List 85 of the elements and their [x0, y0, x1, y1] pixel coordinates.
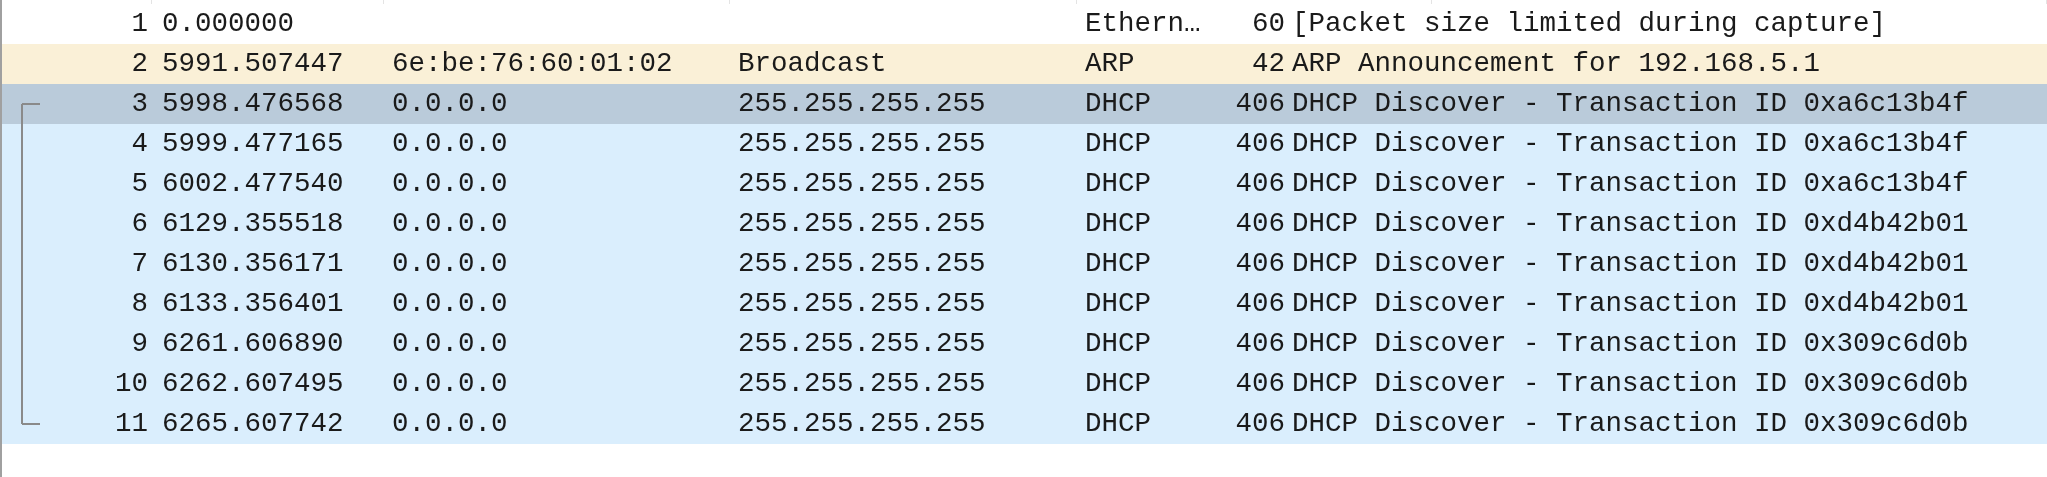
packet-source: 0.0.0.0	[392, 248, 508, 279]
packet-protocol: DHCP	[1085, 248, 1151, 279]
packet-protocol: DHCP	[1085, 168, 1151, 199]
packet-source: 0.0.0.0	[392, 368, 508, 399]
packet-protocol: DHCP	[1085, 328, 1151, 359]
packet-info: DHCP Discover - Transaction ID 0x309c6d0b	[1292, 328, 1969, 359]
packet-number: 9	[131, 328, 148, 359]
packet-row[interactable]: 2 5991.507447 6e:be:76:60:01:02 Broadcast ARP 42 ARP Announcement for 192.168.5.1	[2, 44, 2047, 84]
packet-source: 0.0.0.0	[392, 408, 508, 439]
packet-number: 2	[131, 48, 148, 79]
packet-row[interactable]: 10 6262.607495 0.0.0.0 255.255.255.255 DHCP 406 DHCP Discover - Transaction ID 0x309c6d0b	[2, 364, 2047, 404]
packet-destination: Broadcast	[738, 48, 887, 79]
packet-length: 406	[1235, 208, 1285, 239]
packet-time: 5999.477165	[162, 128, 344, 159]
packet-number: 8	[131, 288, 148, 319]
packet-time: 6133.356401	[162, 288, 344, 319]
packet-time: 0.000000	[162, 8, 295, 39]
packet-info: DHCP Discover - Transaction ID 0xa6c13b4f	[1292, 88, 1969, 119]
packet-time: 5991.507447	[162, 48, 344, 79]
packet-number: 3	[131, 88, 148, 119]
packet-number: 11	[115, 408, 148, 439]
packet-number: 10	[115, 368, 148, 399]
packet-info: DHCP Discover - Transaction ID 0x309c6d0b	[1292, 368, 1969, 399]
packet-time: 6002.477540	[162, 168, 344, 199]
packet-destination: 255.255.255.255	[738, 248, 986, 279]
packet-info: [Packet size limited during capture]	[1292, 8, 1887, 39]
selected-packet-row[interactable]: 3 5998.476568 0.0.0.0 255.255.255.255 DHCP 406 DHCP Discover - Transaction ID 0xa6c13b4f	[2, 84, 2047, 124]
packet-number: 4	[131, 128, 148, 159]
packet-destination: 255.255.255.255	[738, 208, 986, 239]
packet-time: 5998.476568	[162, 88, 344, 119]
packet-destination: 255.255.255.255	[738, 288, 986, 319]
packet-row[interactable]: 7 6130.356171 0.0.0.0 255.255.255.255 DHCP 406 DHCP Discover - Transaction ID 0xd4b42b01	[2, 244, 2047, 284]
packet-row[interactable]: 9 6261.606890 0.0.0.0 255.255.255.255 DHCP 406 DHCP Discover - Transaction ID 0x309c6d0b	[2, 324, 2047, 364]
packet-info: DHCP Discover - Transaction ID 0xd4b42b01	[1292, 248, 1969, 279]
packet-destination: 255.255.255.255	[738, 408, 986, 439]
packet-number: 7	[131, 248, 148, 279]
packet-source: 0.0.0.0	[392, 328, 508, 359]
packet-info: ARP Announcement for 192.168.5.1	[1292, 48, 1821, 79]
packet-length: 406	[1235, 248, 1285, 279]
packet-destination: 255.255.255.255	[738, 328, 986, 359]
packet-protocol: ARP	[1085, 48, 1135, 79]
packet-row[interactable]: 5 6002.477540 0.0.0.0 255.255.255.255 DHCP 406 DHCP Discover - Transaction ID 0xa6c13b4f	[2, 164, 2047, 204]
packet-info: DHCP Discover - Transaction ID 0xa6c13b4f	[1292, 128, 1969, 159]
packet-protocol: DHCP	[1085, 288, 1151, 319]
packet-length: 42	[1252, 48, 1285, 79]
packet-info: DHCP Discover - Transaction ID 0xa6c13b4f	[1292, 168, 1969, 199]
packet-time: 6129.355518	[162, 208, 344, 239]
packet-info: DHCP Discover - Transaction ID 0xd4b42b01	[1292, 208, 1969, 239]
packet-time: 6265.607742	[162, 408, 344, 439]
packet-source: 0.0.0.0	[392, 288, 508, 319]
packet-destination: 255.255.255.255	[738, 128, 986, 159]
packet-length: 406	[1235, 328, 1285, 359]
packet-protocol: Ethern…	[1085, 8, 1201, 39]
packet-source: 0.0.0.0	[392, 168, 508, 199]
packet-info: DHCP Discover - Transaction ID 0xd4b42b01	[1292, 288, 1969, 319]
packet-info: DHCP Discover - Transaction ID 0x309c6d0b	[1292, 408, 1969, 439]
packet-source: 0.0.0.0	[392, 128, 508, 159]
packet-destination: 255.255.255.255	[738, 368, 986, 399]
packet-number: 1	[131, 8, 148, 39]
packet-protocol: DHCP	[1085, 208, 1151, 239]
packet-source: 0.0.0.0	[392, 88, 508, 119]
packet-row[interactable]: 11 6265.607742 0.0.0.0 255.255.255.255 DHCP 406 DHCP Discover - Transaction ID 0x309c6d0b	[2, 404, 2047, 444]
packet-length: 406	[1235, 368, 1285, 399]
packet-time: 6130.356171	[162, 248, 344, 279]
packet-protocol: DHCP	[1085, 408, 1151, 439]
packet-length: 60	[1252, 8, 1285, 39]
packet-destination: 255.255.255.255	[738, 168, 986, 199]
packet-row[interactable]: 8 6133.356401 0.0.0.0 255.255.255.255 DHCP 406 DHCP Discover - Transaction ID 0xd4b42b01	[2, 284, 2047, 324]
packet-time: 6262.607495	[162, 368, 344, 399]
packet-row[interactable]: 4 5999.477165 0.0.0.0 255.255.255.255 DHCP 406 DHCP Discover - Transaction ID 0xa6c13b4f	[2, 124, 2047, 164]
packet-number: 5	[131, 168, 148, 199]
packet-length: 406	[1235, 288, 1285, 319]
packet-destination: 255.255.255.255	[738, 88, 986, 119]
packet-source: 0.0.0.0	[392, 208, 508, 239]
packet-protocol: DHCP	[1085, 368, 1151, 399]
packet-row[interactable]: 6 6129.355518 0.0.0.0 255.255.255.255 DHCP 406 DHCP Discover - Transaction ID 0xd4b42b01	[2, 204, 2047, 244]
packet-source: 6e:be:76:60:01:02	[392, 48, 673, 79]
packet-protocol: DHCP	[1085, 88, 1151, 119]
packet-protocol: DHCP	[1085, 128, 1151, 159]
packet-length: 406	[1235, 88, 1285, 119]
packet-time: 6261.606890	[162, 328, 344, 359]
packet-length: 406	[1235, 168, 1285, 199]
packet-length: 406	[1235, 408, 1285, 439]
packet-number: 6	[131, 208, 148, 239]
packet-length: 406	[1235, 128, 1285, 159]
